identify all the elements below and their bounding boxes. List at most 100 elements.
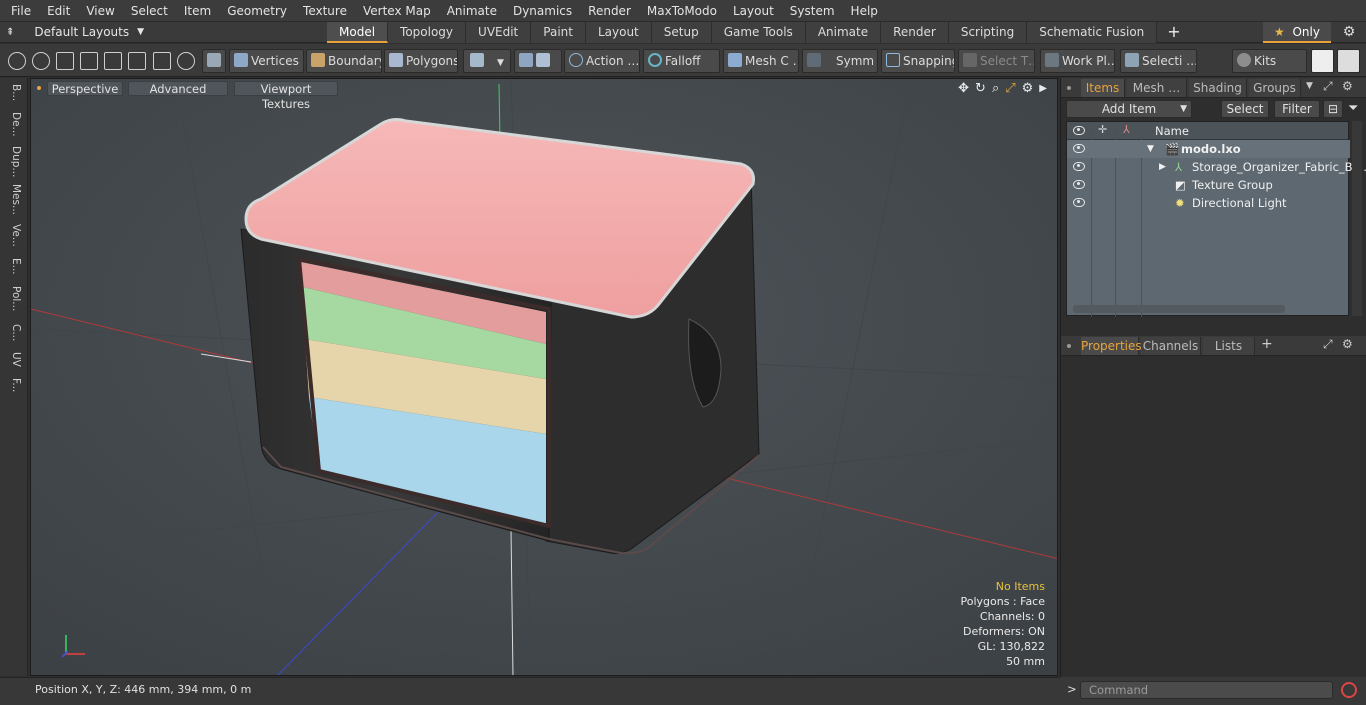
menu-animate[interactable]: Animate xyxy=(439,0,505,22)
item-mode-button[interactable] xyxy=(202,49,226,73)
tab-uvedit[interactable]: UVEdit xyxy=(466,22,532,43)
menu-texture[interactable]: Texture xyxy=(295,0,355,22)
panel-dot-icon[interactable] xyxy=(1067,344,1071,348)
left-tab-vertex[interactable]: Ve... xyxy=(4,224,22,254)
funnel-icon[interactable]: ⏷ xyxy=(1348,101,1364,117)
tab-model[interactable]: Model xyxy=(327,22,389,43)
menu-view[interactable]: View xyxy=(78,0,122,22)
brush-icon[interactable] xyxy=(80,52,98,70)
left-tab-uv[interactable]: UV xyxy=(4,352,22,374)
expand-icon[interactable]: ⤢ xyxy=(1323,337,1333,352)
kits-button[interactable]: Kits xyxy=(1232,49,1307,73)
rotate-view-icon[interactable]: ↻ xyxy=(975,81,986,96)
tab-mesh[interactable]: Mesh … xyxy=(1127,79,1187,97)
menu-render[interactable]: Render xyxy=(580,0,639,22)
center-icon[interactable] xyxy=(128,52,146,70)
selection-sets-button[interactable]: Selecti … xyxy=(1120,49,1197,73)
tab-render[interactable]: Render xyxy=(881,22,949,43)
left-tab-fusion[interactable]: F... xyxy=(4,378,22,406)
tab-schematic-fusion[interactable]: Schematic Fusion xyxy=(1027,22,1158,43)
left-tab-basic[interactable]: B... xyxy=(4,84,22,110)
frame-icon[interactable] xyxy=(153,52,171,70)
select-circle-icon[interactable] xyxy=(8,52,26,70)
unreal-icon[interactable] xyxy=(1337,49,1360,73)
tab-setup[interactable]: Setup xyxy=(651,22,712,43)
select-button[interactable]: Select xyxy=(1221,100,1269,118)
list-item[interactable]: ◩ Texture Group xyxy=(1067,176,1350,194)
action-center-button[interactable]: Action … xyxy=(564,49,640,73)
add-item-button[interactable]: Add Item ▼ xyxy=(1066,100,1192,118)
add-tab-icon[interactable]: + xyxy=(1157,22,1190,43)
advanced-button[interactable]: Advanced xyxy=(128,81,228,96)
menu-item[interactable]: Item xyxy=(176,0,219,22)
menu-system[interactable]: System xyxy=(782,0,843,22)
chevron-down-icon[interactable]: ▼ xyxy=(1306,81,1313,91)
material-dropdown[interactable]: ▼ xyxy=(463,49,511,73)
boundary-button[interactable]: Boundary xyxy=(306,49,382,73)
list-item[interactable]: ▶ ⅄ Storage_Organizer_Fabric_Bl … xyxy=(1067,158,1366,176)
globe-icon[interactable] xyxy=(32,52,50,70)
viewport-dot-icon[interactable] xyxy=(37,86,41,90)
left-tab-deform[interactable]: De... xyxy=(4,112,22,142)
menu-help[interactable]: Help xyxy=(843,0,886,22)
horizontal-scrollbar[interactable] xyxy=(1073,305,1285,313)
only-toggle[interactable]: ★ Only xyxy=(1263,22,1331,43)
3d-viewport[interactable]: Perspective Advanced Viewport Textures ✥… xyxy=(30,78,1058,676)
symmetry-toggles[interactable] xyxy=(514,49,562,73)
left-tab-curve[interactable]: C... xyxy=(4,324,22,348)
select-through-button[interactable]: Select T… xyxy=(958,49,1035,73)
polygons-button[interactable]: Polygons xyxy=(384,49,458,73)
tab-game-tools[interactable]: Game Tools xyxy=(711,22,806,43)
menu-maxtomodo[interactable]: MaxToModo xyxy=(639,0,725,22)
menu-layout[interactable]: Layout xyxy=(725,0,782,22)
unity-icon[interactable] xyxy=(1311,49,1334,73)
tab-groups[interactable]: Groups xyxy=(1249,79,1301,97)
record-icon[interactable] xyxy=(1341,682,1357,698)
tab-scripting[interactable]: Scripting xyxy=(948,22,1028,43)
viewport-gear-icon[interactable]: ⚙ xyxy=(1022,81,1034,96)
add-tab-icon[interactable]: + xyxy=(1261,336,1273,352)
tab-paint[interactable]: Paint xyxy=(531,22,586,43)
left-tab-mesh[interactable]: Mes... xyxy=(4,184,22,220)
tab-items[interactable]: Items xyxy=(1081,79,1125,97)
filter-button[interactable]: Filter xyxy=(1274,100,1320,118)
left-tab-edge[interactable]: E... xyxy=(4,258,22,282)
tab-properties[interactable]: Properties xyxy=(1081,337,1142,355)
command-input[interactable]: Command xyxy=(1080,681,1333,699)
zoom-view-icon[interactable]: ⌕ xyxy=(992,81,999,96)
left-tab-polygon[interactable]: Pol... xyxy=(4,286,22,320)
tab-shading[interactable]: Shading xyxy=(1189,79,1247,97)
tab-lists[interactable]: Lists xyxy=(1203,337,1255,355)
panel-dot-icon[interactable] xyxy=(1067,86,1071,90)
menu-file[interactable]: File xyxy=(3,0,39,22)
expand-triangle-icon[interactable]: ▼ xyxy=(1147,140,1154,158)
mesh-constraint-button[interactable]: Mesh C … xyxy=(723,49,799,73)
align-icon[interactable] xyxy=(104,52,122,70)
menu-geometry[interactable]: Geometry xyxy=(219,0,295,22)
menu-edit[interactable]: Edit xyxy=(39,0,78,22)
fit-view-icon[interactable]: ⤢ xyxy=(1005,81,1015,96)
work-plane-button[interactable]: Work Pl… xyxy=(1040,49,1115,73)
pen-icon[interactable] xyxy=(56,52,74,70)
symmetry-button[interactable]: Symm … xyxy=(802,49,878,73)
expand-icon[interactable]: ⤢ xyxy=(1323,79,1333,94)
list-item[interactable]: ▼ 🎬 modo.lxo xyxy=(1067,140,1350,158)
viewport-textures-button[interactable]: Viewport Textures xyxy=(234,81,338,111)
visibility-icon[interactable] xyxy=(1073,162,1085,171)
clock-icon[interactable] xyxy=(177,52,195,70)
tab-topology[interactable]: Topology xyxy=(388,22,467,43)
expand-triangle-icon[interactable]: ▶ xyxy=(1159,158,1166,176)
vertical-scrollbar[interactable] xyxy=(1352,121,1362,316)
visibility-icon[interactable] xyxy=(1073,144,1085,153)
list-item[interactable]: ✹ Directional Light xyxy=(1067,194,1350,212)
vertices-button[interactable]: Vertices xyxy=(229,49,304,73)
collapse-icon[interactable]: ⊟ xyxy=(1323,100,1343,118)
menu-select[interactable]: Select xyxy=(123,0,176,22)
visibility-icon[interactable] xyxy=(1073,180,1085,189)
panel-gear-icon[interactable]: ⚙ xyxy=(1342,337,1353,351)
visibility-icon[interactable] xyxy=(1073,198,1085,207)
menu-dynamics[interactable]: Dynamics xyxy=(505,0,580,22)
tab-layout[interactable]: Layout xyxy=(585,22,652,43)
tab-animate[interactable]: Animate xyxy=(805,22,882,43)
menu-vertex-map[interactable]: Vertex Map xyxy=(355,0,439,22)
